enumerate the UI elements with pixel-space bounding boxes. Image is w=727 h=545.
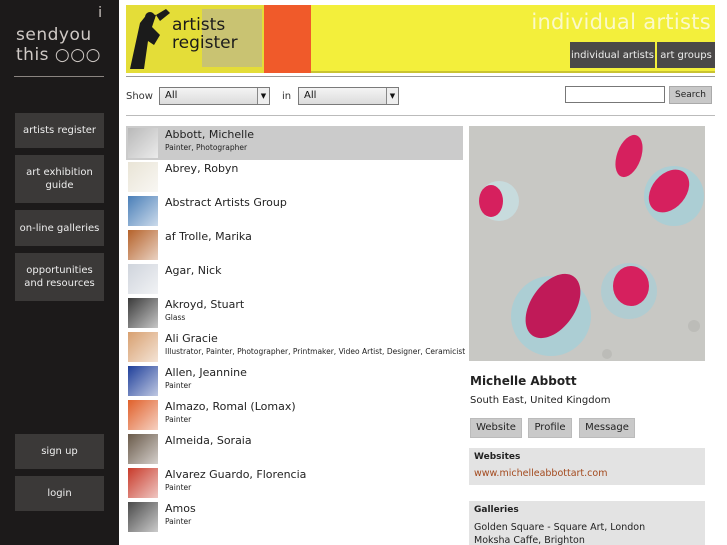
artist-list: Abbott, Michelle Painter, Photographer Abr… (126, 126, 466, 534)
artist-row[interactable]: Almeida, Soraia (126, 432, 463, 466)
artist-row[interactable]: Ali Gracie Illustrator, Painter, Photogra… (126, 330, 466, 364)
artist-name[interactable]: Allen, Jeannine (165, 366, 247, 379)
artist-disciplines: Glass (165, 313, 186, 322)
artist-name[interactable]: Alvarez Guardo, Florencia (165, 468, 306, 481)
artist-row[interactable]: Agar, Nick (126, 262, 463, 296)
gallery-item: Moksha Caffe, Brighton (474, 535, 585, 545)
show-label: Show (126, 91, 153, 102)
artist-thumbnail[interactable] (128, 400, 158, 430)
artist-thumbnail[interactable] (128, 434, 158, 464)
profile-location: South East, United Kingdom (470, 395, 611, 406)
artist-thumbnail[interactable] (128, 332, 158, 362)
artists-register-logo[interactable]: artists register (126, 5, 311, 73)
artist-name[interactable]: Agar, Nick (165, 264, 221, 277)
page-title: individual artists (531, 10, 711, 34)
artist-name[interactable]: Almazo, Romal (Lomax) (165, 400, 296, 413)
artist-row[interactable]: Abbott, Michelle Painter, Photographer (126, 126, 463, 160)
logo-divider (14, 76, 104, 77)
nav-online-galleries[interactable]: on-line galleries (15, 210, 104, 246)
artist-thumbnail[interactable] (128, 264, 158, 294)
website-link[interactable]: www.michelleabbottart.com (474, 468, 700, 479)
artist-row[interactable]: Allen, Jeannine Painter (126, 364, 463, 398)
artist-thumbnail[interactable] (128, 162, 158, 192)
tab-individual-artists[interactable]: individual artists (570, 42, 655, 68)
message-button[interactable]: Message (579, 418, 635, 438)
chevron-down-icon[interactable]: ▼ (386, 88, 398, 104)
in-select[interactable]: All ▼ (298, 87, 399, 105)
artist-row[interactable]: Amos Painter (126, 500, 463, 534)
logo-line-1: sendyou (16, 25, 92, 45)
logo-line-2: this ○○○ (16, 45, 101, 65)
nav-sign-up[interactable]: sign up (15, 434, 104, 469)
artist-row[interactable]: af Trolle, Marika (126, 228, 463, 262)
profile-button[interactable]: Profile (528, 418, 572, 438)
websites-box: Websites www.michelleabbottart.com (469, 448, 705, 485)
header-banner: artists register individual artists indi… (126, 5, 715, 73)
filter-divider (126, 115, 715, 116)
artist-row[interactable]: Almazo, Romal (Lomax) Painter (126, 398, 463, 432)
artist-thumbnail[interactable] (128, 502, 158, 532)
website-button[interactable]: Website (470, 418, 522, 438)
artist-name[interactable]: Almeida, Soraia (165, 434, 252, 447)
artist-disciplines: Painter (165, 483, 192, 492)
in-select-value: All (304, 90, 317, 101)
galleries-box: Galleries Golden Square - Square Art, Lo… (469, 501, 705, 545)
artist-disciplines: Painter (165, 381, 192, 390)
websites-heading: Websites (474, 452, 521, 462)
nav-artists-register[interactable]: artists register (15, 113, 104, 148)
brand-line-1: artists (172, 15, 226, 35)
artist-name[interactable]: Abrey, Robyn (165, 162, 238, 175)
tab-art-groups[interactable]: art groups (657, 42, 715, 68)
nav-opportunities-resources[interactable]: opportunities and resources (15, 253, 104, 301)
search-button[interactable]: Search (669, 86, 712, 104)
artist-thumbnail[interactable] (128, 366, 158, 396)
artist-featured-artwork[interactable] (469, 126, 705, 361)
artist-row[interactable]: Abstract Artists Group (126, 194, 463, 228)
artist-thumbnail[interactable] (128, 128, 158, 158)
show-select[interactable]: All ▼ (159, 87, 270, 105)
artist-disciplines: Painter (165, 517, 192, 526)
artist-name[interactable]: Abbott, Michelle (165, 128, 254, 141)
sidebar: i sendyou this ○○○ artists register art … (0, 0, 119, 545)
galleries-heading: Galleries (474, 505, 519, 515)
logo-line-0: i (98, 5, 102, 21)
artist-name[interactable]: af Trolle, Marika (165, 230, 252, 243)
artist-name[interactable]: Amos (165, 502, 196, 515)
artist-thumbnail[interactable] (128, 196, 158, 226)
header-divider (126, 76, 715, 77)
chevron-down-icon[interactable]: ▼ (257, 88, 269, 104)
artist-name[interactable]: Abstract Artists Group (165, 196, 287, 209)
artist-disciplines: Painter, Photographer (165, 143, 248, 152)
search-input[interactable] (565, 86, 665, 103)
artist-thumbnail[interactable] (128, 298, 158, 328)
nav-art-exhibition-guide[interactable]: art exhibition guide (15, 155, 104, 203)
artist-disciplines: Illustrator, Painter, Photographer, Prin… (165, 347, 466, 356)
artist-row[interactable]: Alvarez Guardo, Florencia Painter (126, 466, 463, 500)
artist-row[interactable]: Akroyd, Stuart Glass (126, 296, 463, 330)
gallery-item: Golden Square - Square Art, London (474, 522, 646, 533)
artist-row[interactable]: Abrey, Robyn (126, 160, 463, 194)
show-select-value: All (165, 90, 178, 101)
artist-name[interactable]: Akroyd, Stuart (165, 298, 244, 311)
artist-disciplines: Painter (165, 415, 192, 424)
in-label: in (282, 91, 292, 102)
artist-name[interactable]: Ali Gracie (165, 332, 218, 345)
artist-thumbnail[interactable] (128, 230, 158, 260)
brand-line-2: register (172, 33, 238, 53)
artist-thumbnail[interactable] (128, 468, 158, 498)
nav-login[interactable]: login (15, 476, 104, 511)
profile-name: Michelle Abbott (470, 374, 577, 388)
